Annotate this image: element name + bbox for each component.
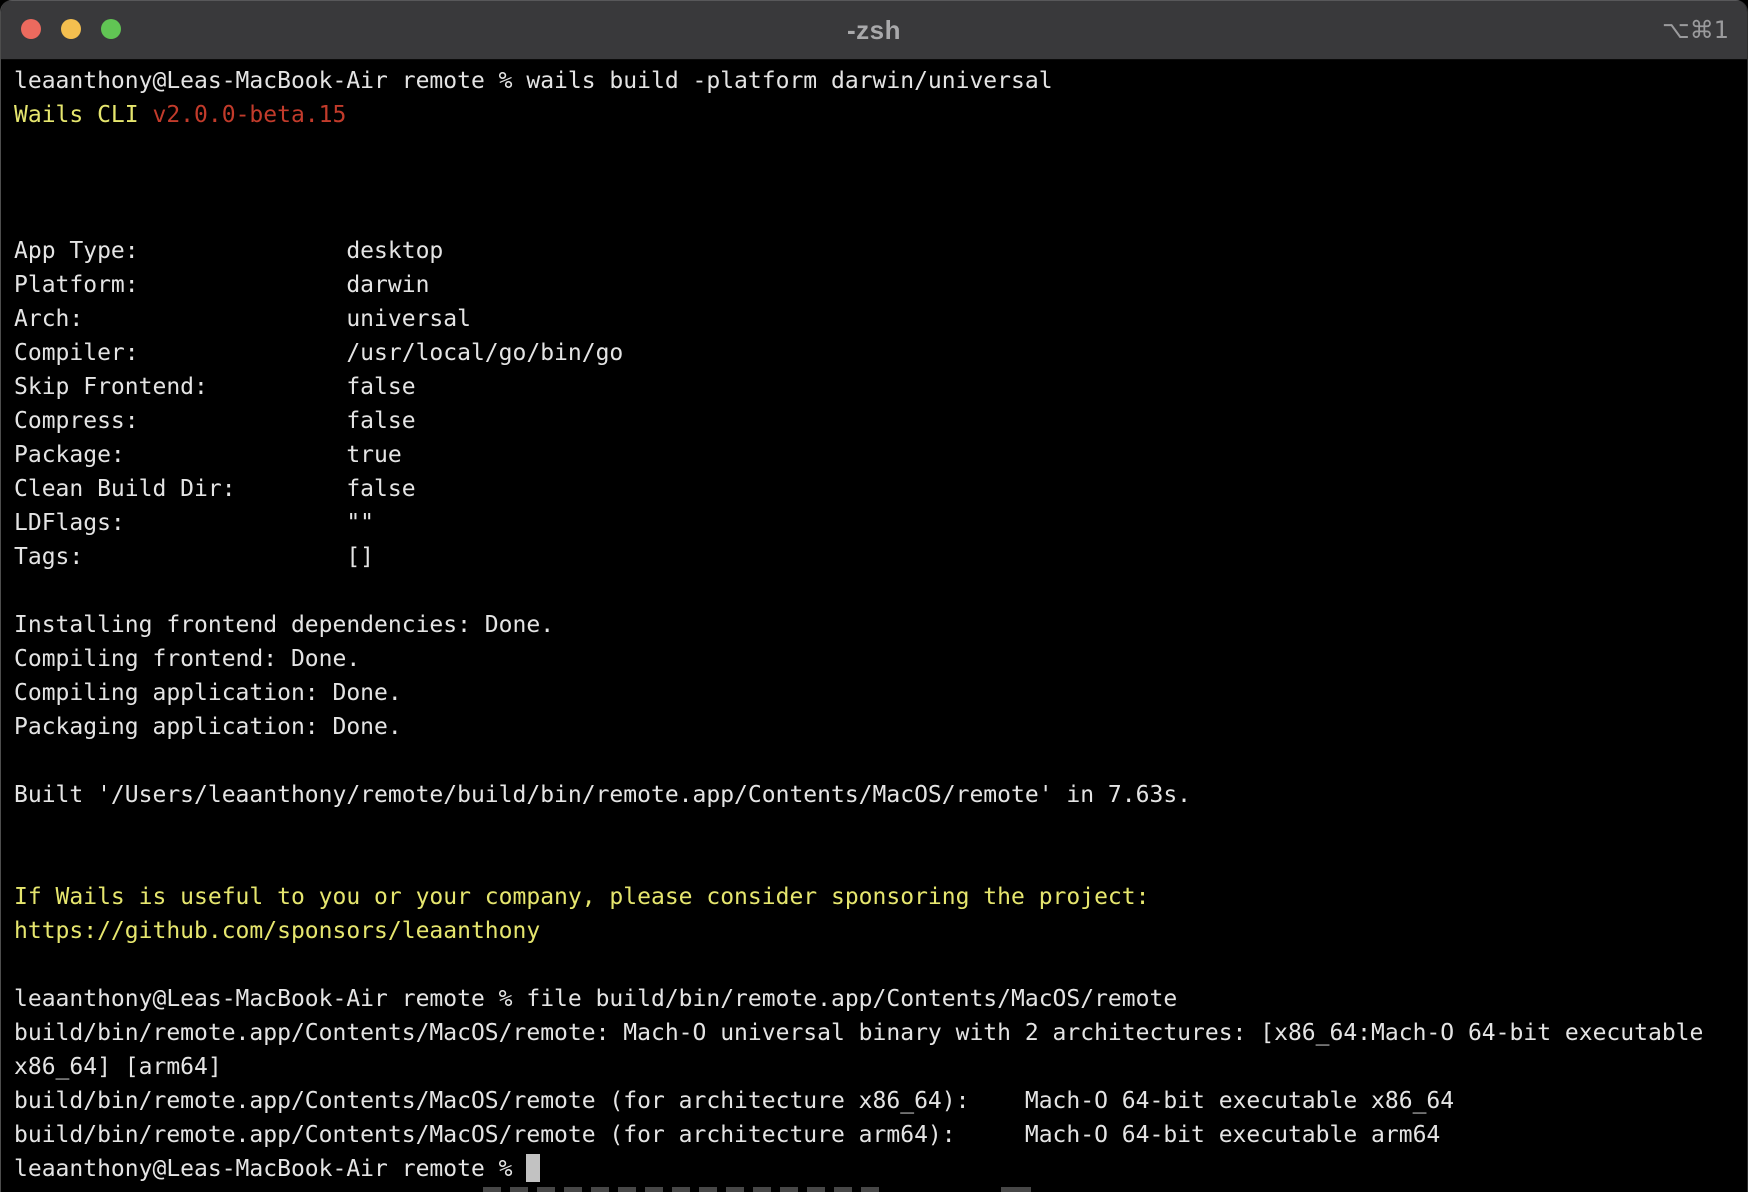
terminal-line: Platform: darwin (14, 268, 1747, 302)
terminal-text-segment: Installing frontend dependencies: Done. (14, 612, 554, 638)
terminal-text-segment: build/bin/remote.app/Contents/MacOS/remo… (14, 1088, 1454, 1114)
terminal-text-segment: LDFlags: "" (14, 510, 374, 536)
terminal-line: https://github.com/sponsors/leaanthony (14, 914, 1747, 948)
terminal-text-segment: Built '/Users/leaanthony/remote/build/bi… (14, 782, 1191, 808)
terminal-text-segment: x86_64] [arm64] (14, 1054, 222, 1080)
terminal-text-segment: leaanthony@Leas-MacBook-Air remote % fil… (14, 986, 1177, 1012)
terminal-text-segment: Packaging application: Done. (14, 714, 402, 740)
terminal-text-segment: leaanthony@Leas-MacBook-Air remote % wai… (14, 68, 1053, 94)
terminal-screen[interactable]: leaanthony@Leas-MacBook-Air remote % wai… (1, 60, 1747, 1186)
terminal-text-segment: App Type: desktop (14, 238, 443, 264)
clipped-text-fragment (483, 1187, 881, 1192)
terminal-line: build/bin/remote.app/Contents/MacOS/remo… (14, 1016, 1747, 1050)
terminal-text-segment: Package: true (14, 442, 402, 468)
terminal-text-segment: Compiling frontend: Done. (14, 646, 360, 672)
terminal-text-segment: https://github.com/sponsors/leaanthony (14, 918, 540, 944)
terminal-text-segment: Compress: false (14, 408, 416, 434)
terminal-text-segment: Arch: universal (14, 306, 471, 332)
terminal-line: Packaging application: Done. (14, 710, 1747, 744)
terminal-line: leaanthony@Leas-MacBook-Air remote % wai… (14, 64, 1747, 98)
terminal-line: Installing frontend dependencies: Done. (14, 608, 1747, 642)
terminal-text-segment: v2.0.0-beta.15 (152, 102, 346, 128)
keyboard-shortcut-badge: ⌥⌘1 (1662, 0, 1729, 60)
terminal-line: Built '/Users/leaanthony/remote/build/bi… (14, 778, 1747, 812)
terminal-line (14, 948, 1747, 982)
terminal-text-segment: Platform: darwin (14, 272, 429, 298)
terminal-text-segment: Compiler: /usr/local/go/bin/go (14, 340, 623, 366)
terminal-line: Compiling frontend: Done. (14, 642, 1747, 676)
terminal-text-segment: build/bin/remote.app/Contents/MacOS/remo… (14, 1020, 1703, 1046)
terminal-line (14, 846, 1747, 880)
terminal-line: leaanthony@Leas-MacBook-Air remote % fil… (14, 982, 1747, 1016)
terminal-text-segment: Compiling application: Done. (14, 680, 402, 706)
terminal-line: Clean Build Dir: false (14, 472, 1747, 506)
terminal-line: App Type: desktop (14, 234, 1747, 268)
titlebar[interactable]: -zsh ⌥⌘1 (1, 0, 1747, 60)
terminal-line (14, 200, 1747, 234)
clipped-text-fragment (1001, 1187, 1031, 1192)
terminal-line: Compiler: /usr/local/go/bin/go (14, 336, 1747, 370)
terminal-line: build/bin/remote.app/Contents/MacOS/remo… (14, 1118, 1747, 1152)
terminal-text-segment: leaanthony@Leas-MacBook-Air remote % (14, 1156, 526, 1182)
terminal-line: Package: true (14, 438, 1747, 472)
terminal-line: LDFlags: "" (14, 506, 1747, 540)
terminal-line: Arch: universal (14, 302, 1747, 336)
terminal-line (14, 574, 1747, 608)
clipped-bottom-line (1, 1187, 1747, 1192)
terminal-text-segment: Skip Frontend: false (14, 374, 416, 400)
terminal-line: leaanthony@Leas-MacBook-Air remote % (14, 1152, 1747, 1186)
terminal-text-segment: Wails CLI (14, 102, 152, 128)
terminal-line (14, 812, 1747, 846)
terminal-line: Compress: false (14, 404, 1747, 438)
terminal-text-segment: If Wails is useful to you or your compan… (14, 884, 1149, 910)
terminal-text-segment: Clean Build Dir: false (14, 476, 416, 502)
window-title: -zsh (1, 0, 1747, 60)
terminal-line: x86_64] [arm64] (14, 1050, 1747, 1084)
terminal-line: Compiling application: Done. (14, 676, 1747, 710)
terminal-line: build/bin/remote.app/Contents/MacOS/remo… (14, 1084, 1747, 1118)
terminal-cursor[interactable] (526, 1154, 540, 1182)
terminal-line: Tags: [] (14, 540, 1747, 574)
terminal-line: Skip Frontend: false (14, 370, 1747, 404)
terminal-line: Wails CLI v2.0.0-beta.15 (14, 98, 1747, 132)
terminal-text-segment: build/bin/remote.app/Contents/MacOS/remo… (14, 1122, 1440, 1148)
terminal-window: -zsh ⌥⌘1 leaanthony@Leas-MacBook-Air rem… (0, 0, 1748, 1192)
terminal-line (14, 132, 1747, 166)
terminal-line (14, 744, 1747, 778)
terminal-line (14, 166, 1747, 200)
terminal-line: If Wails is useful to you or your compan… (14, 880, 1747, 914)
terminal-text-segment: Tags: [] (14, 544, 374, 570)
